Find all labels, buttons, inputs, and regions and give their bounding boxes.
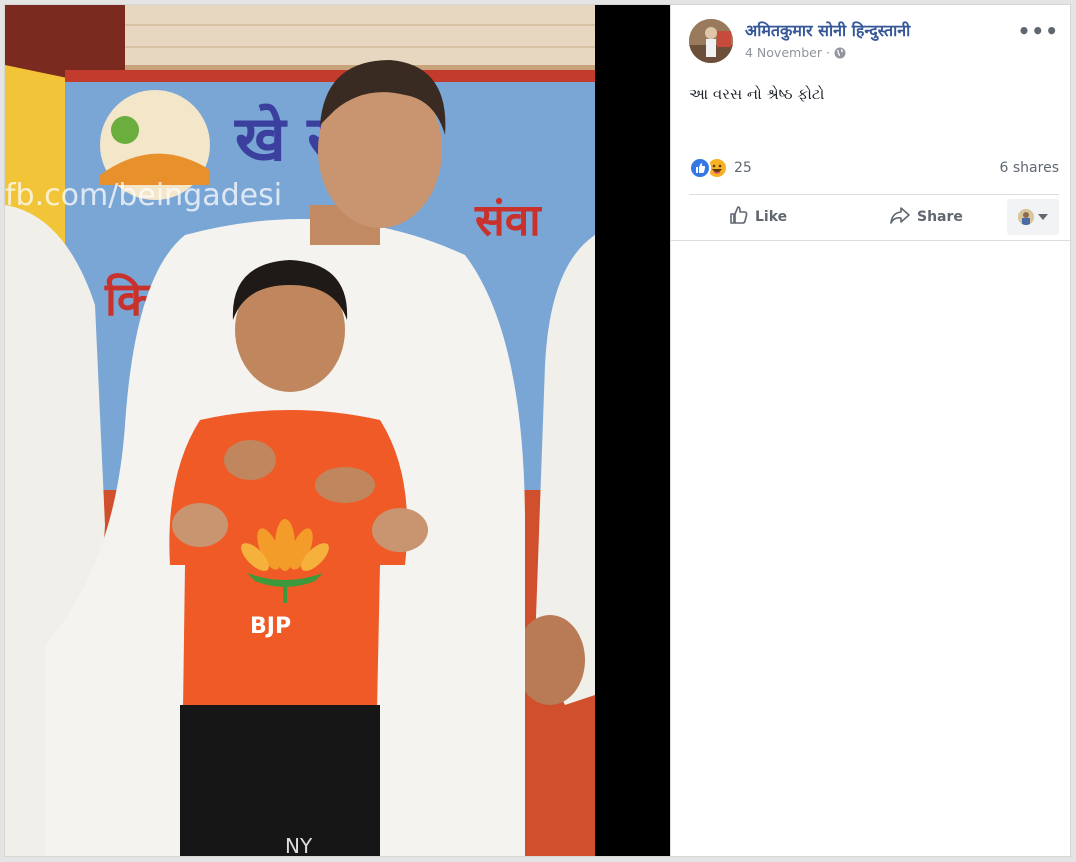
post-text: આ વરસ નો શ્રેષ્ઠ ફોટો [689, 85, 825, 103]
share-arrow-icon [889, 205, 911, 229]
divider [689, 194, 1059, 195]
share-label: Share [917, 209, 963, 225]
photo-illustration: खे समा संवा किर . श्री fb.com/beingadesi [5, 5, 670, 857]
like-label: Like [755, 209, 788, 225]
post-photo[interactable]: खे समा संवा किर . श्री fb.com/beingadesi [5, 5, 670, 857]
post-meta: 4 November · [745, 45, 846, 60]
post-side-panel: अमितकुमार सोनी हिन्दुस्तानी 4 November ·… [670, 5, 1070, 856]
shares-count[interactable]: 6 shares [1000, 160, 1059, 176]
share-button[interactable]: Share [889, 205, 963, 229]
globe-icon[interactable] [834, 47, 846, 59]
author-name[interactable]: अमितकुमार सोनी हिन्दुस्तानी [745, 19, 910, 41]
more-options-icon[interactable]: ••• [1018, 19, 1059, 43]
author-avatar[interactable] [689, 19, 733, 63]
pants-text: NY [285, 834, 313, 857]
shirt-text: BJP [250, 614, 291, 639]
post-date[interactable]: 4 November [745, 45, 822, 60]
reactions-summary[interactable]: 25 [689, 157, 752, 179]
chevron-down-icon [1038, 214, 1048, 220]
reaction-count[interactable]: 25 [734, 160, 752, 176]
thumbs-up-icon [729, 205, 749, 229]
action-bar: Like Share [689, 197, 1059, 237]
banner-subheading: संवा [474, 195, 542, 246]
like-reaction-icon [689, 157, 711, 179]
divider-bottom [671, 240, 1070, 241]
post-frame: खे समा संवा किर . श्री fb.com/beingadesi [4, 4, 1071, 857]
reaction-as-selector[interactable] [1007, 199, 1059, 235]
photo-watermark: fb.com/beingadesi [5, 178, 282, 213]
like-button[interactable]: Like [729, 205, 787, 229]
user-avatar-small [1018, 209, 1034, 225]
meta-separator: · [825, 45, 830, 60]
